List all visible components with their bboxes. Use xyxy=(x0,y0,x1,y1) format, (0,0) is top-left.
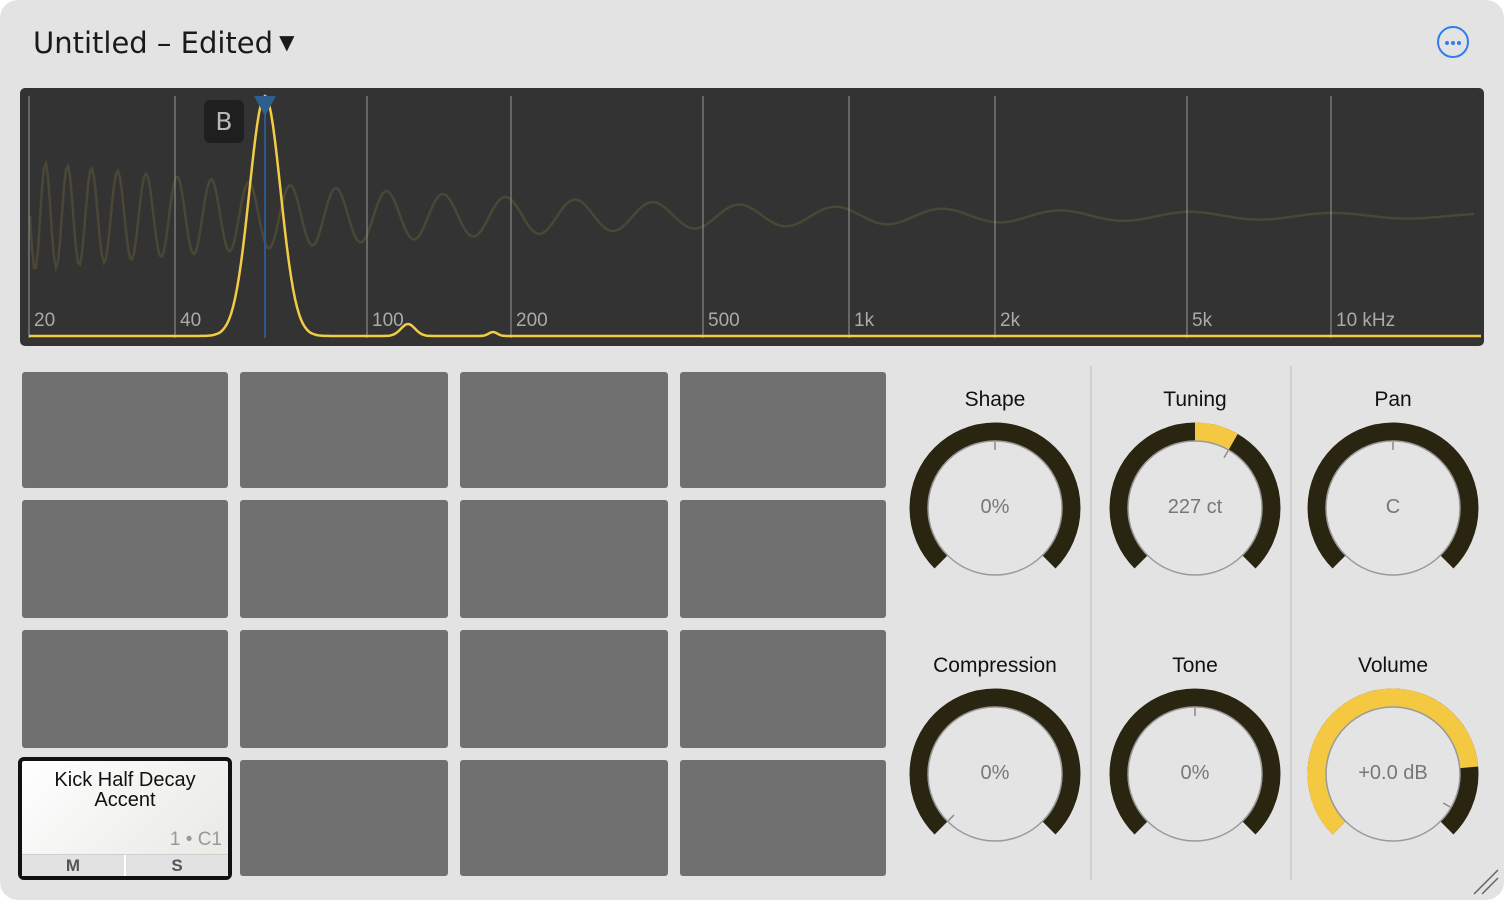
knob-label-tone: Tone xyxy=(1172,654,1218,677)
freq-label-5k: 5k xyxy=(1192,310,1213,331)
drum-pad[interactable] xyxy=(240,372,448,488)
knob-fill xyxy=(1194,422,1238,450)
drum-pad[interactable] xyxy=(240,760,448,876)
knob-value-compression: 0% xyxy=(980,762,1010,784)
drum-pad[interactable] xyxy=(240,630,448,748)
knob-value-tone: 0% xyxy=(1180,762,1210,784)
pad-name-line1: Kick Half Decay xyxy=(54,769,196,791)
drum-pad[interactable] xyxy=(680,372,886,488)
freq-label-40: 40 xyxy=(180,310,201,331)
column-divider xyxy=(1290,366,1292,880)
freq-label-2k: 2k xyxy=(1000,310,1021,331)
band-marker-handle[interactable] xyxy=(254,96,276,116)
pad-kick-half-decay-accent[interactable]: Kick Half Decay Accent 1 • C1 M S xyxy=(18,757,232,880)
freq-label-20: 20 xyxy=(34,310,55,331)
knob-label-volume: Volume xyxy=(1357,654,1429,677)
mute-button[interactable]: M xyxy=(22,855,126,876)
freq-label-10kHz: 10 kHz xyxy=(1336,310,1395,331)
knob-value-pan: C xyxy=(1385,496,1401,518)
knob-label-tuning: Tuning xyxy=(1163,388,1227,411)
knob-label-compression: Compression xyxy=(933,654,1057,677)
knob-value-shape: 0% xyxy=(980,496,1010,518)
drum-pad[interactable] xyxy=(680,760,886,876)
column-divider xyxy=(1090,366,1092,880)
freq-label-1k: 1k xyxy=(854,310,875,331)
drum-pad[interactable] xyxy=(680,500,886,618)
document-title: Untitled – Edited xyxy=(33,26,274,60)
freq-label-200: 200 xyxy=(516,310,548,331)
drum-machine-window: Untitled – Edited ▼ 20 40 100 200 500 1k 2k 5k 10… xyxy=(0,0,1504,900)
drum-pad[interactable] xyxy=(680,630,886,748)
drum-pad[interactable] xyxy=(22,372,228,488)
knob-label-shape: Shape xyxy=(964,388,1026,411)
ellipsis-circle-icon[interactable] xyxy=(1437,26,1469,58)
pad-name-line2: Accent xyxy=(94,789,156,811)
drum-pad[interactable] xyxy=(22,630,228,748)
spectrum-curve xyxy=(29,94,1481,338)
band-marker-label[interactable]: B xyxy=(204,100,244,143)
drum-pad[interactable] xyxy=(240,500,448,618)
knob-value-tuning: 227 ct xyxy=(1167,496,1223,518)
chevron-down-icon: ▼ xyxy=(279,30,295,54)
drum-pad[interactable] xyxy=(460,372,668,488)
freq-label-100: 100 xyxy=(372,310,404,331)
drum-pad[interactable] xyxy=(460,500,668,618)
drum-pad[interactable] xyxy=(460,760,668,876)
freq-label-500: 500 xyxy=(708,310,740,331)
drum-pad[interactable] xyxy=(460,630,668,748)
solo-button[interactable]: S xyxy=(126,855,228,876)
document-title-menu[interactable]: Untitled – Edited ▼ xyxy=(33,26,294,60)
resize-grip-icon[interactable] xyxy=(1468,864,1500,896)
knob-value-volume: +0.0 dB xyxy=(1358,762,1428,784)
knob-label-pan: Pan xyxy=(1374,388,1412,411)
drum-pad[interactable] xyxy=(22,500,228,618)
pad-note: 1 • C1 xyxy=(169,829,222,850)
